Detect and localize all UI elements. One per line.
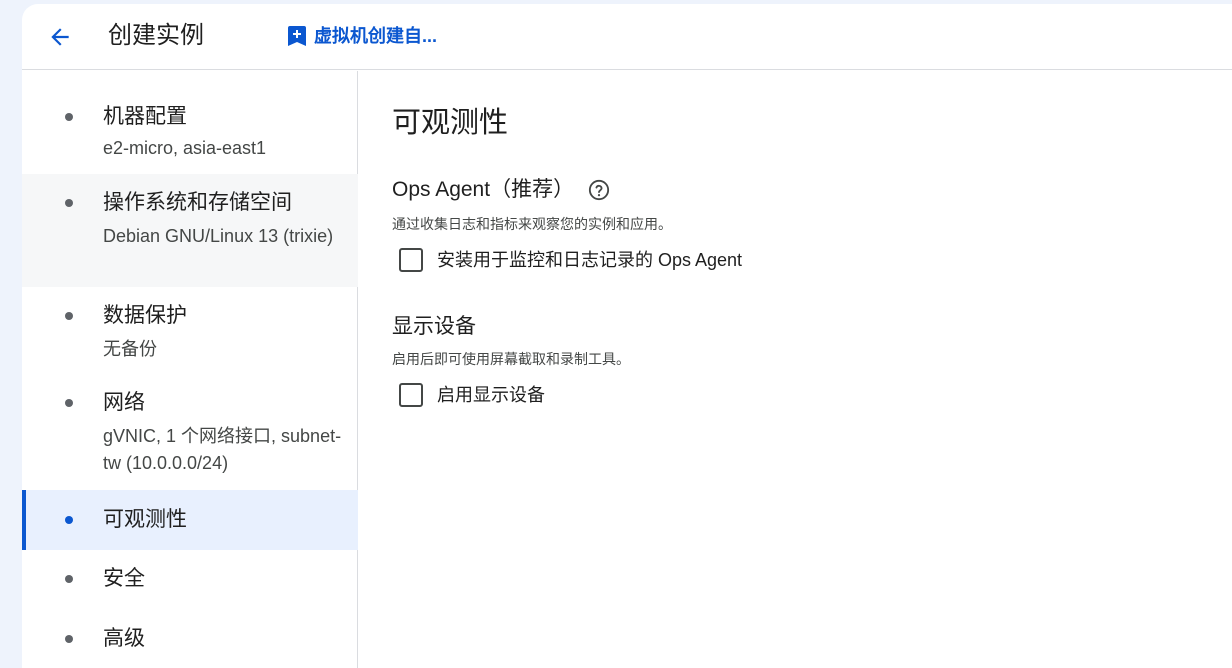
create-instance-panel: 创建实例 虚拟机创建自... 机器配置 e2-micro, asia-east1…: [22, 4, 1232, 668]
sidebar-item-label: 高级: [103, 627, 145, 650]
ops-agent-checkbox-label: 安装用于监控和日志记录的 Ops Agent: [437, 250, 743, 270]
create-vm-from-link[interactable]: 虚拟机创建自...: [288, 24, 437, 48]
ops-agent-checkbox[interactable]: [399, 248, 423, 272]
page-header: 创建实例 虚拟机创建自...: [22, 4, 1232, 70]
ops-agent-title: Ops Agent（推荐）: [392, 178, 575, 201]
bookmark-add-icon: [288, 26, 306, 46]
bullet-icon: [65, 516, 73, 524]
back-button[interactable]: [44, 21, 76, 53]
sidebar-item-summary: Debian GNU/Linux 13 (trixie): [103, 226, 334, 246]
sidebar-item-security[interactable]: 安全: [22, 550, 358, 610]
sidebar-item-network[interactable]: 网络 gVNIC, 1 个网络接口, subnet-tw (10.0.0.0/2…: [22, 377, 358, 490]
display-device-checkbox-row[interactable]: 启用显示设备: [399, 383, 545, 407]
bullet-icon: [65, 312, 73, 320]
display-device-checkbox-label: 启用显示设备: [437, 385, 545, 405]
sidebar-item-os-storage[interactable]: 操作系统和存储空间 Debian GNU/Linux 13 (trixie): [22, 174, 358, 287]
bullet-icon: [65, 199, 73, 207]
bullet-icon: [65, 113, 73, 121]
create-vm-from-label: 虚拟机创建自...: [314, 26, 438, 46]
display-device-heading: 显示设备: [392, 313, 476, 341]
sidebar-item-label: 机器配置: [103, 105, 187, 128]
sidebar-item-advanced[interactable]: 高级: [22, 610, 358, 668]
sidebar-item-summary: 无备份: [103, 339, 157, 359]
sidebar-item-machine-config[interactable]: 机器配置 e2-micro, asia-east1: [22, 71, 358, 174]
bullet-icon: [65, 575, 73, 583]
sidebar-item-data-protection[interactable]: 数据保护 无备份: [22, 287, 358, 377]
sidebar-item-label: 数据保护: [103, 304, 187, 327]
page-title: 创建实例: [108, 22, 204, 49]
section-heading: 可观测性: [392, 107, 509, 139]
bullet-icon: [65, 399, 73, 407]
bullet-icon: [65, 635, 73, 643]
sidebar-item-label: 可观测性: [103, 508, 187, 531]
sidebar-item-label: 操作系统和存储空间: [103, 191, 292, 214]
ops-agent-description: 通过收集日志和指标来观察您的实例和应用。: [392, 216, 672, 232]
ops-agent-heading: Ops Agent（推荐）: [392, 176, 610, 204]
help-icon[interactable]: [588, 179, 610, 201]
display-device-description: 启用后即可使用屏幕截取和录制工具。: [392, 351, 630, 367]
sidebar-item-summary: gVNIC, 1 个网络接口, subnet-tw (10.0.0.0/24): [103, 426, 342, 473]
sidebar-item-observability[interactable]: 可观测性: [22, 490, 358, 550]
sidebar-item-summary: e2-micro, asia-east1: [103, 138, 267, 158]
arrow-back-icon: [51, 28, 69, 46]
display-device-title: 显示设备: [392, 315, 476, 338]
sidebar-nav: 机器配置 e2-micro, asia-east1 操作系统和存储空间 Debi…: [22, 71, 358, 668]
main-content: 可观测性 Ops Agent（推荐） 通过收集日志和指标来观察您的实例和应用。 …: [392, 71, 1212, 668]
sidebar-item-label: 网络: [103, 391, 145, 414]
display-device-checkbox[interactable]: [399, 383, 423, 407]
ops-agent-checkbox-row[interactable]: 安装用于监控和日志记录的 Ops Agent: [399, 248, 742, 272]
sidebar-item-label: 安全: [103, 567, 145, 590]
